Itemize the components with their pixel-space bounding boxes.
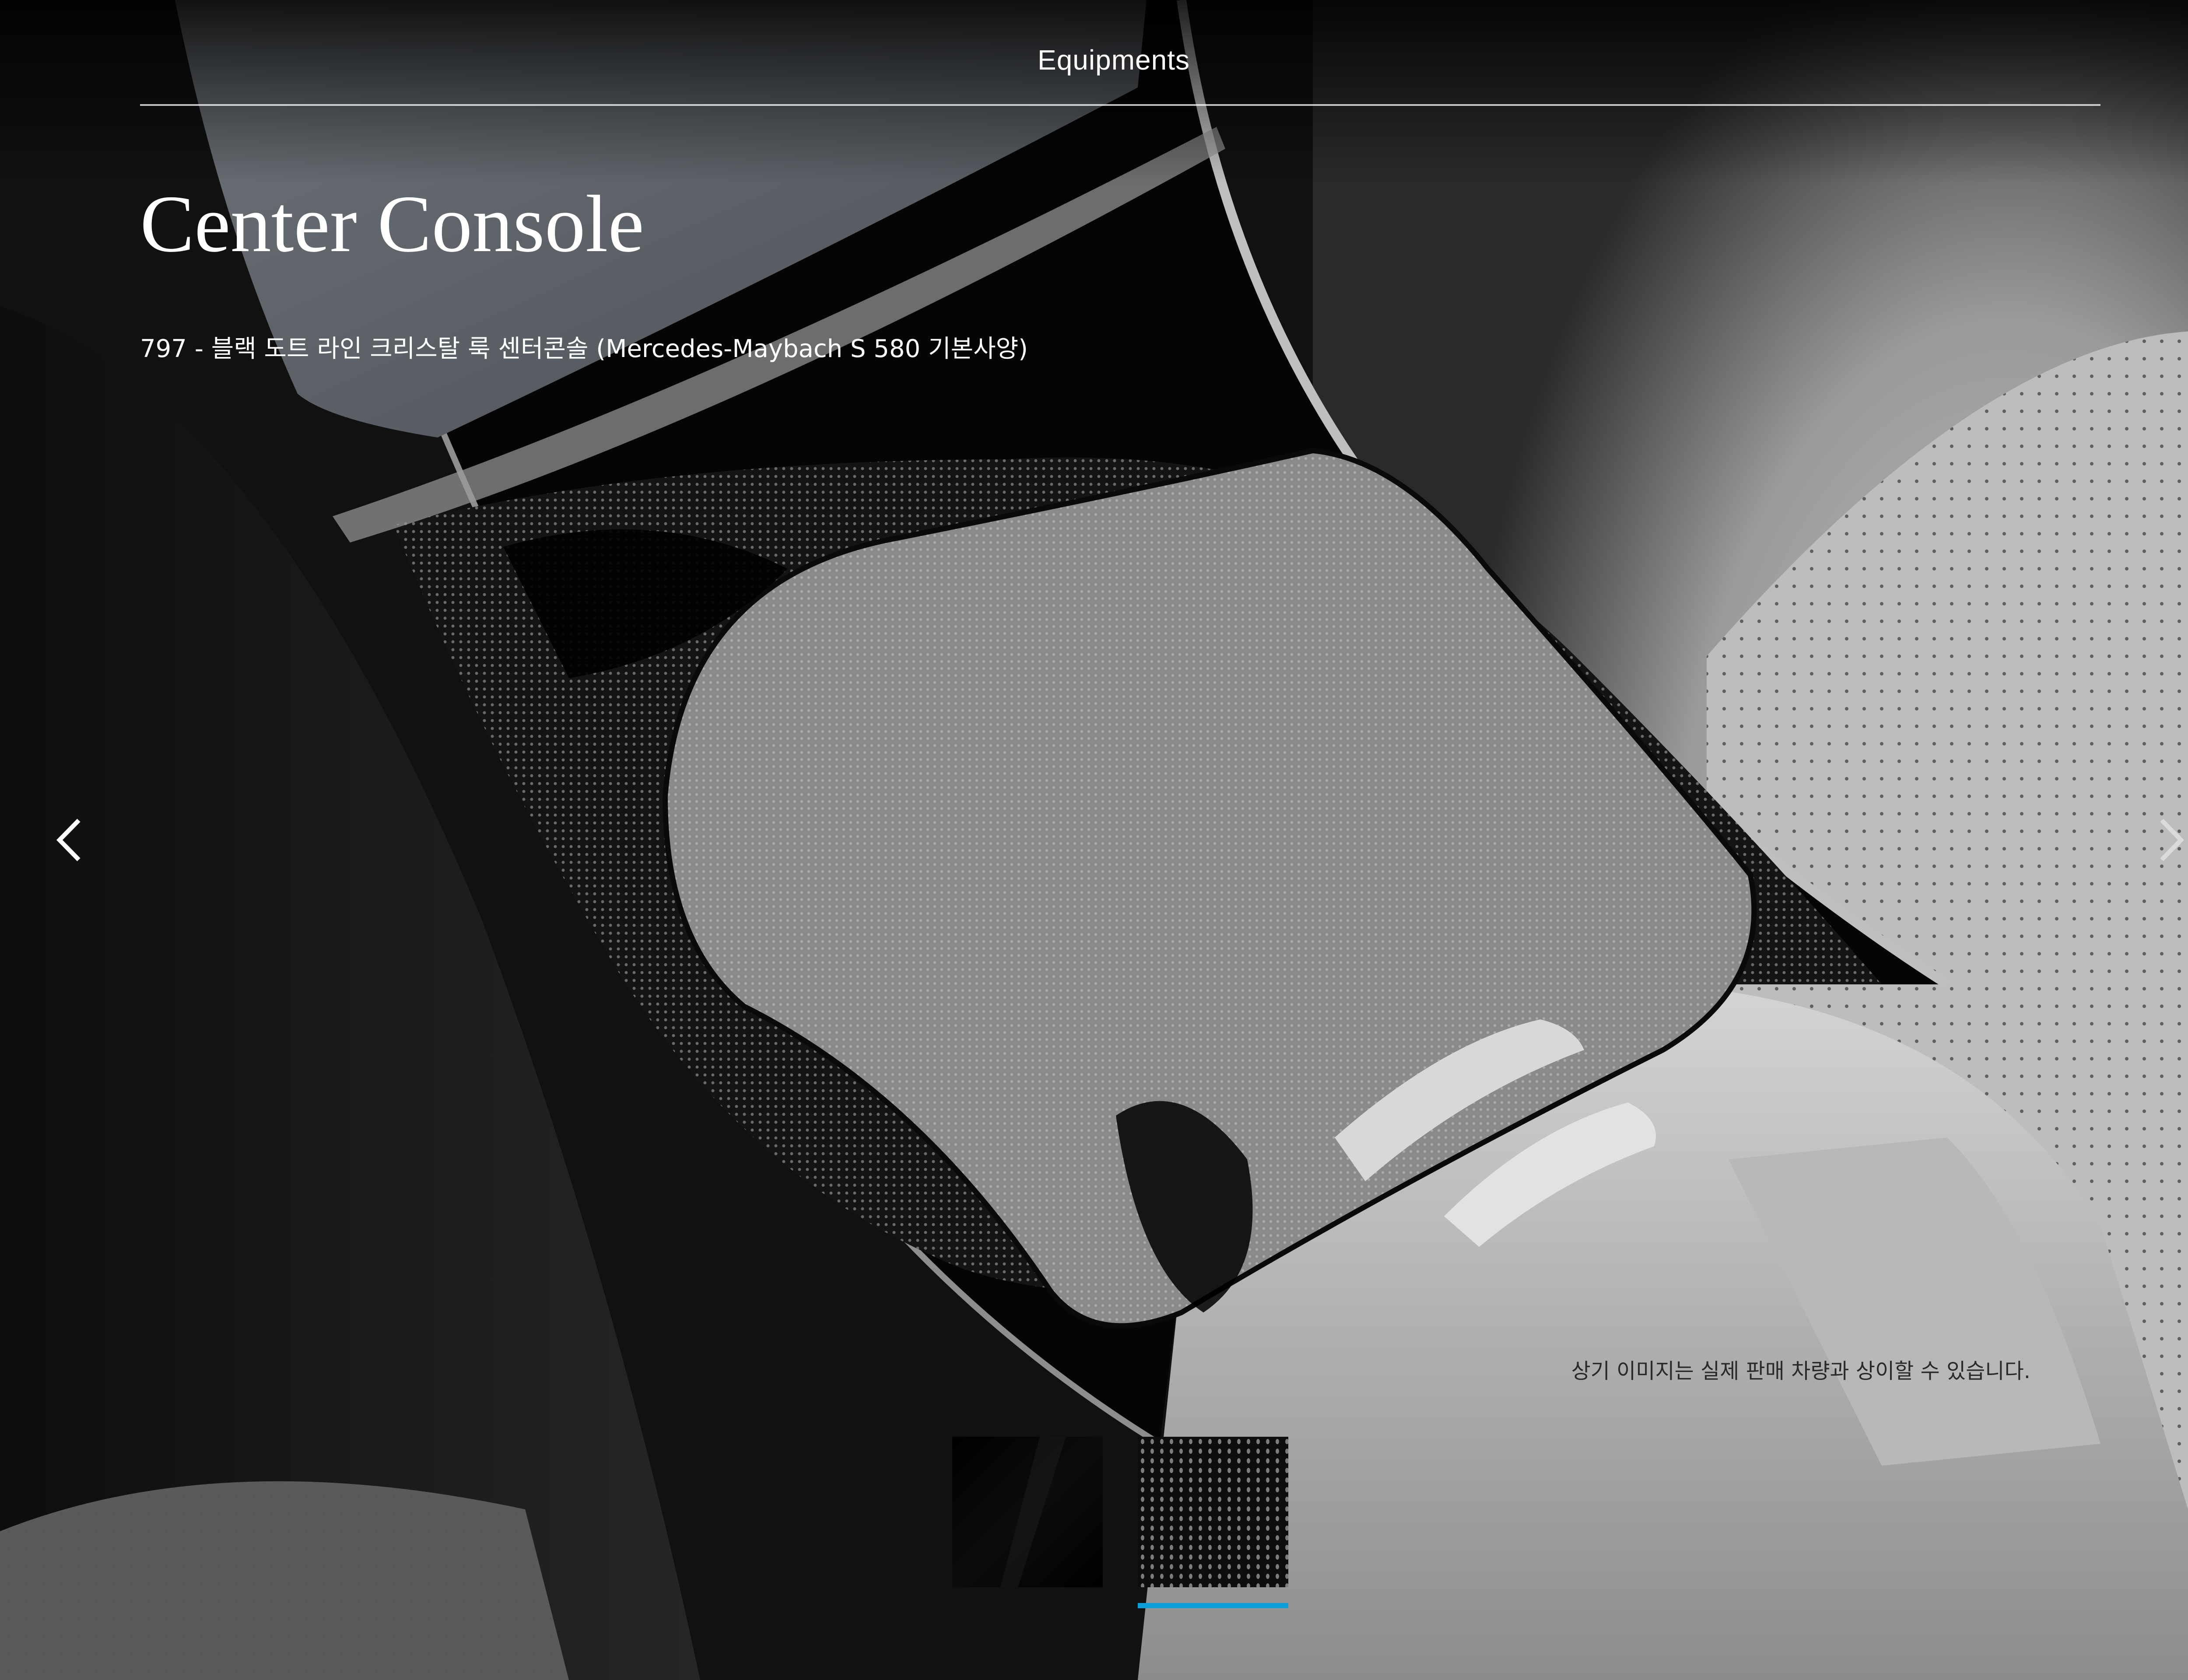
black-dot-line-swatch[interactable] <box>1138 1437 1288 1587</box>
selected-swatch-indicator <box>1138 1603 1288 1608</box>
equipment-viewer: Equipments Center Console 797 - 블랙 도트 라인… <box>0 0 2188 1680</box>
previous-button[interactable] <box>35 805 105 875</box>
section-title: Equipments <box>1038 44 1190 76</box>
option-description: 797 - 블랙 도트 라인 크리스탈 룩 센터콘솔 (Mercedes-May… <box>140 335 1028 363</box>
black-gloss-swatch-image <box>952 1437 1103 1587</box>
black-gloss-swatch[interactable] <box>952 1437 1103 1587</box>
image-disclaimer: 상기 이미지는 실제 판매 차량과 상이할 수 있습니다. <box>1571 1359 2030 1383</box>
chevron-right-icon <box>2160 819 2184 861</box>
page-title: Center Console <box>140 179 644 269</box>
header-divider <box>140 104 2100 106</box>
black-dot-line-swatch-image <box>1138 1437 1288 1587</box>
next-button[interactable] <box>2135 805 2188 875</box>
chevron-left-icon <box>56 819 81 861</box>
